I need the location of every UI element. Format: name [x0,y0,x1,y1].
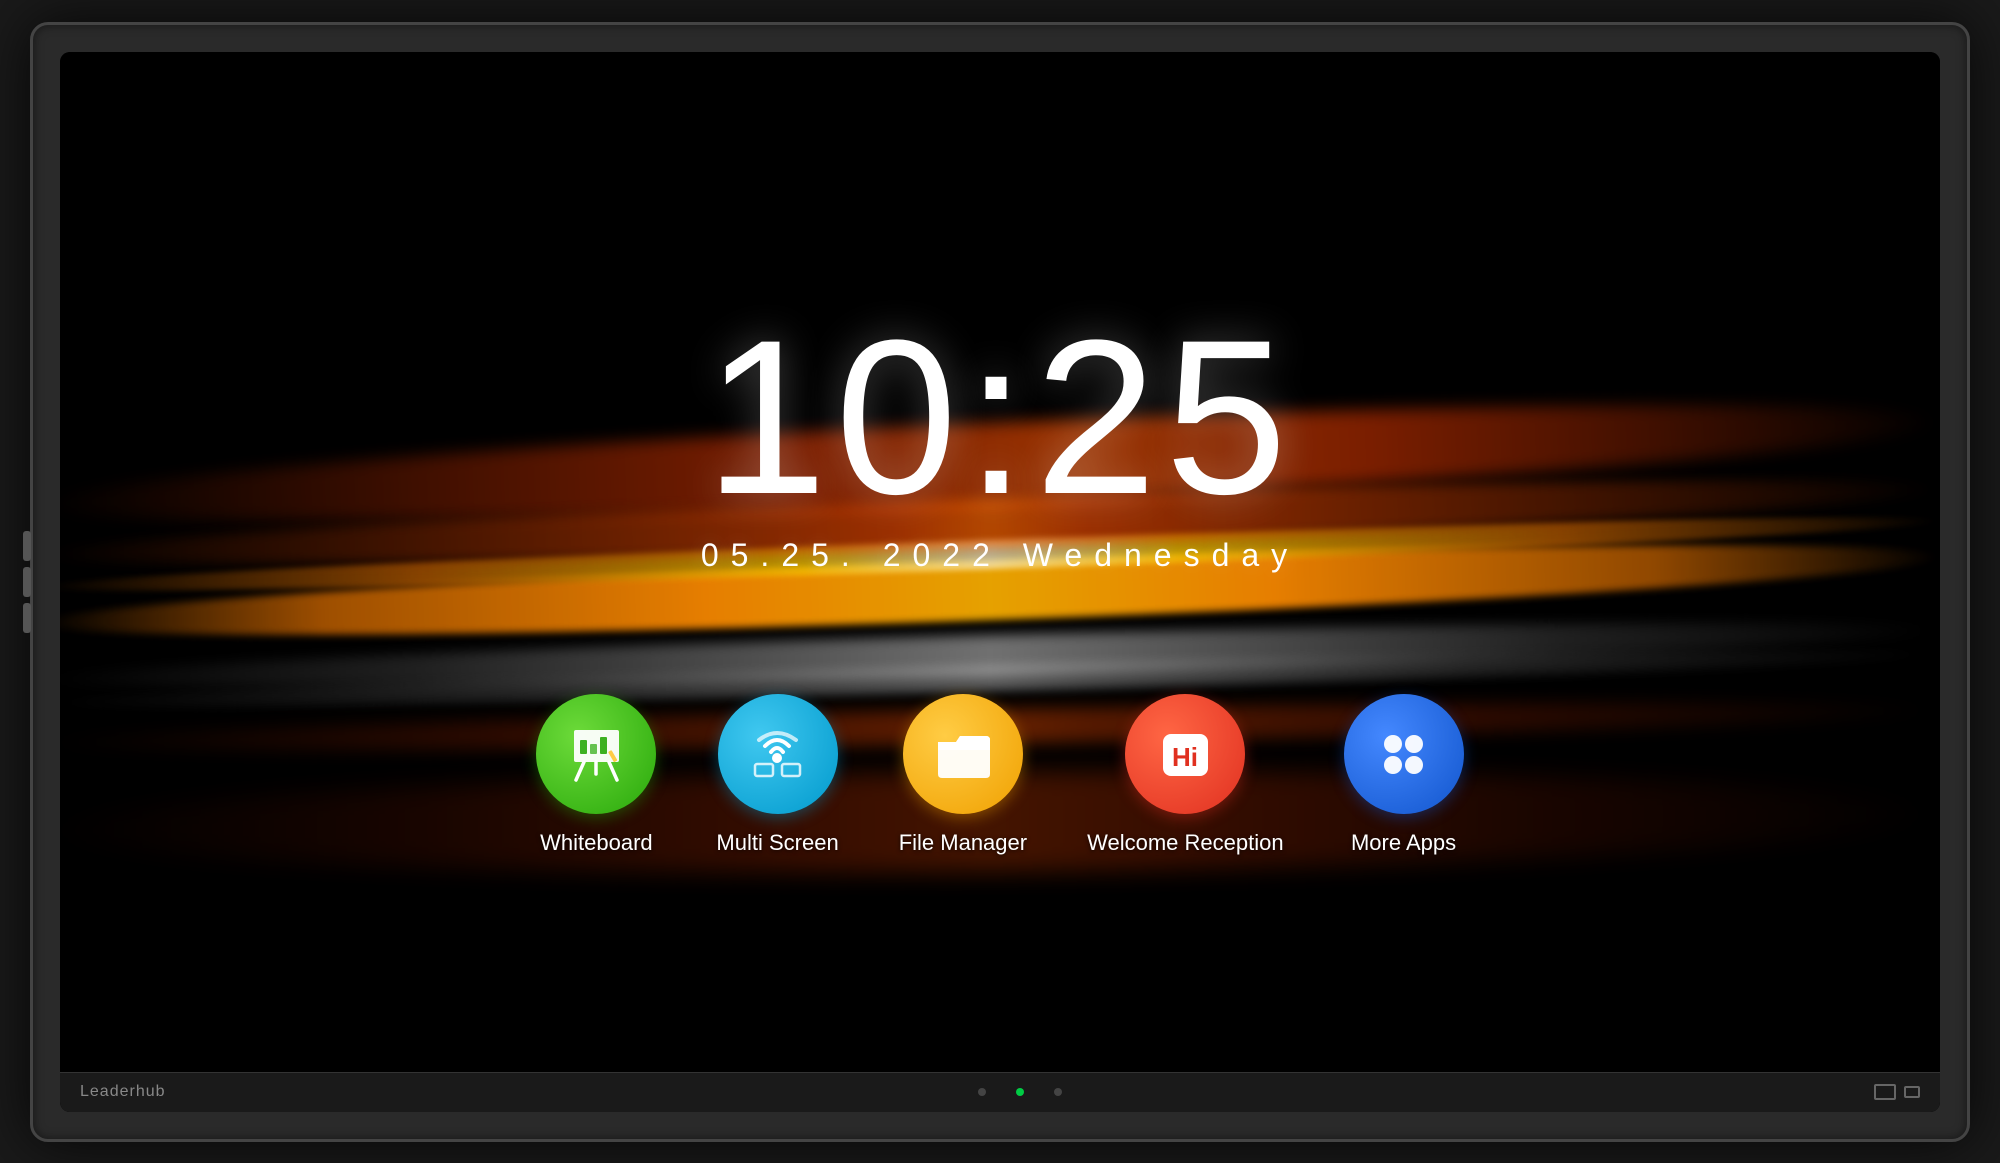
side-button-2[interactable] [23,567,31,597]
monitor: 10:25 05.25. 2022 Wednesday [30,22,1970,1142]
multiscreen-icon[interactable] [718,694,838,814]
screen-content: 10:25 05.25. 2022 Wednesday [60,52,1940,1112]
multiscreen-label: Multi Screen [716,830,838,856]
welcome-label: Welcome Reception [1087,830,1283,856]
svg-text:Hi: Hi [1172,742,1198,772]
moreapps-label: More Apps [1351,830,1456,856]
welcome-icon[interactable]: Hi [1125,694,1245,814]
app-whiteboard[interactable]: Whiteboard [536,694,656,856]
side-buttons [23,531,31,633]
screen: 10:25 05.25. 2022 Wednesday [60,52,1940,1112]
clock-time: 10:25 [705,307,1296,527]
clock-date: 05.25. 2022 Wednesday [701,537,1299,574]
side-button-3[interactable] [23,603,31,633]
app-welcome[interactable]: Hi Welcome Reception [1087,694,1283,856]
moreapps-icon[interactable] [1344,694,1464,814]
app-moreapps[interactable]: More Apps [1344,694,1464,856]
apps-section: Whiteboard [536,694,1463,856]
whiteboard-label: Whiteboard [540,830,653,856]
filemanager-label: File Manager [899,830,1027,856]
app-filemanager[interactable]: File Manager [899,694,1027,856]
clock-section: 10:25 05.25. 2022 Wednesday [701,307,1299,574]
whiteboard-icon[interactable] [536,694,656,814]
app-multiscreen[interactable]: Multi Screen [716,694,838,856]
side-button-1[interactable] [23,531,31,561]
filemanager-icon[interactable] [903,694,1023,814]
